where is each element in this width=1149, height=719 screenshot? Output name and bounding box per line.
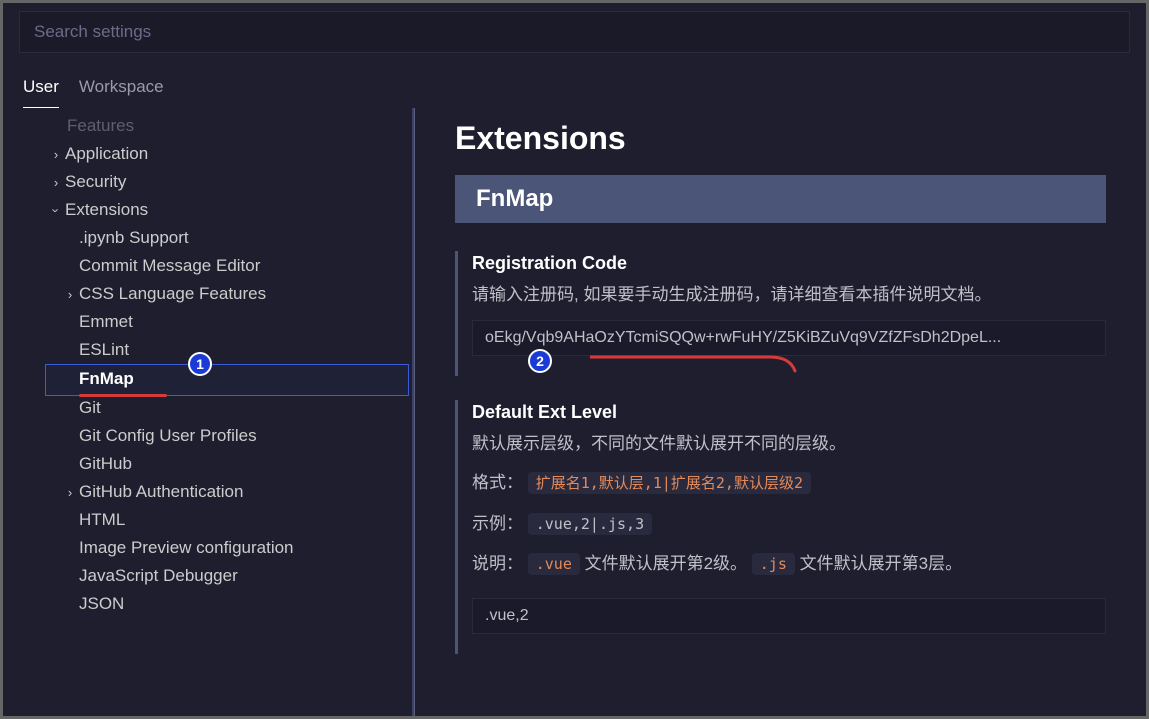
format-row: 格式： 扩展名1,默认层,1|扩展名2,默认层级2 [472, 468, 1106, 499]
sidebar-item-label: Git Config User Profiles [79, 426, 257, 446]
sidebar-item-eslint[interactable]: ESLint [23, 336, 415, 364]
registration-code-input[interactable] [472, 320, 1106, 356]
sidebar-item-label: Features [67, 116, 134, 136]
sidebar-item-application[interactable]: › Application [23, 140, 415, 168]
example-row: 示例： .vue,2|.js,3 [472, 509, 1106, 540]
sidebar-item-label: Extensions [65, 200, 148, 220]
tab-user[interactable]: User [23, 71, 59, 108]
chevron-right-icon: › [47, 175, 65, 190]
explain-text: 文件默认展开第3层。 [800, 554, 962, 573]
sidebar-item-commit[interactable]: Commit Message Editor [23, 252, 415, 280]
sidebar-item-ipynb[interactable]: .ipynb Support [23, 224, 415, 252]
sidebar-item-imagepreview[interactable]: Image Preview configuration [23, 534, 415, 562]
sidebar-item-label: Image Preview configuration [79, 538, 294, 558]
search-input[interactable] [19, 11, 1130, 53]
sidebar-item-label: Emmet [79, 312, 133, 332]
explain-vue-chip: .vue [528, 553, 580, 575]
sidebar-item-githubauth[interactable]: › GitHub Authentication [23, 478, 415, 506]
annotation-badge-1: 1 [188, 352, 212, 376]
sidebar-item-css[interactable]: › CSS Language Features [23, 280, 415, 308]
sidebar-item-label: Application [65, 144, 148, 164]
sidebar-item-fnmap[interactable]: FnMap [23, 364, 415, 394]
sidebar-item-security[interactable]: › Security [23, 168, 415, 196]
sidebar-item-label: Security [65, 172, 126, 192]
settings-content: Extensions FnMap Registration Code 请输入注册… [415, 108, 1146, 716]
example-label: 示例： [472, 509, 523, 540]
sidebar-item-label: CSS Language Features [79, 284, 266, 304]
explain-text: 文件默认展开第2级。 [585, 554, 752, 573]
sidebar-item-label: Git [79, 398, 101, 418]
chevron-right-icon: › [47, 147, 65, 162]
annotation-underline [590, 355, 800, 375]
sidebar-item-html[interactable]: HTML [23, 506, 415, 534]
search-bar [3, 3, 1146, 61]
explain-label: 说明： [472, 549, 523, 580]
sidebar-item-github[interactable]: GitHub [23, 450, 415, 478]
chevron-right-icon: › [61, 287, 79, 302]
settings-tabs: User Workspace [3, 61, 1146, 108]
section-header-fnmap: FnMap [455, 175, 1106, 223]
sidebar-item-label: JavaScript Debugger [79, 566, 238, 586]
setting-description: 默认展示层级，不同的文件默认展开不同的层级。 [472, 431, 1106, 457]
page-title: Extensions [455, 120, 1106, 157]
sidebar-item-label: GitHub Authentication [79, 482, 243, 502]
sidebar-item-label: ESLint [79, 340, 129, 360]
tab-workspace[interactable]: Workspace [79, 71, 164, 108]
sidebar-item-label: HTML [79, 510, 125, 530]
sidebar-item-label: FnMap [79, 369, 134, 389]
setting-default-ext-level: Default Ext Level 默认展示层级，不同的文件默认展开不同的层级。… [455, 400, 1106, 654]
annotation-underline [79, 394, 167, 397]
settings-sidebar: Features › Application › Security › Exte… [3, 108, 415, 716]
setting-title: Registration Code [472, 253, 1106, 274]
sidebar-item-features[interactable]: Features [23, 112, 415, 140]
chevron-right-icon: › [61, 485, 79, 500]
annotation-badge-2: 2 [528, 349, 552, 373]
sidebar-item-jsdebugger[interactable]: JavaScript Debugger [23, 562, 415, 590]
setting-description: 请输入注册码, 如果要手动生成注册码，请详细查看本插件说明文档。 [472, 282, 1106, 308]
sidebar-item-label: Commit Message Editor [79, 256, 260, 276]
default-ext-level-input[interactable] [472, 598, 1106, 634]
sidebar-item-emmet[interactable]: Emmet [23, 308, 415, 336]
sidebar-item-label: .ipynb Support [79, 228, 189, 248]
format-label: 格式： [472, 468, 523, 499]
setting-title: Default Ext Level [472, 402, 1106, 423]
chevron-down-icon: › [49, 201, 64, 219]
sidebar-item-extensions[interactable]: › Extensions [23, 196, 415, 224]
sidebar-item-label: GitHub [79, 454, 132, 474]
sidebar-item-json[interactable]: JSON [23, 590, 415, 618]
format-value: 扩展名1,默认层,1|扩展名2,默认层级2 [528, 472, 811, 494]
sidebar-item-gitconfig[interactable]: Git Config User Profiles [23, 422, 415, 450]
example-value: .vue,2|.js,3 [528, 513, 652, 535]
sidebar-item-git[interactable]: Git [23, 394, 415, 422]
setting-registration-code: Registration Code 请输入注册码, 如果要手动生成注册码，请详细… [455, 251, 1106, 376]
sidebar-item-label: JSON [79, 594, 124, 614]
explain-js-chip: .js [752, 553, 795, 575]
explain-row: 说明： .vue 文件默认展开第2级。 .js 文件默认展开第3层。 [472, 549, 1106, 580]
